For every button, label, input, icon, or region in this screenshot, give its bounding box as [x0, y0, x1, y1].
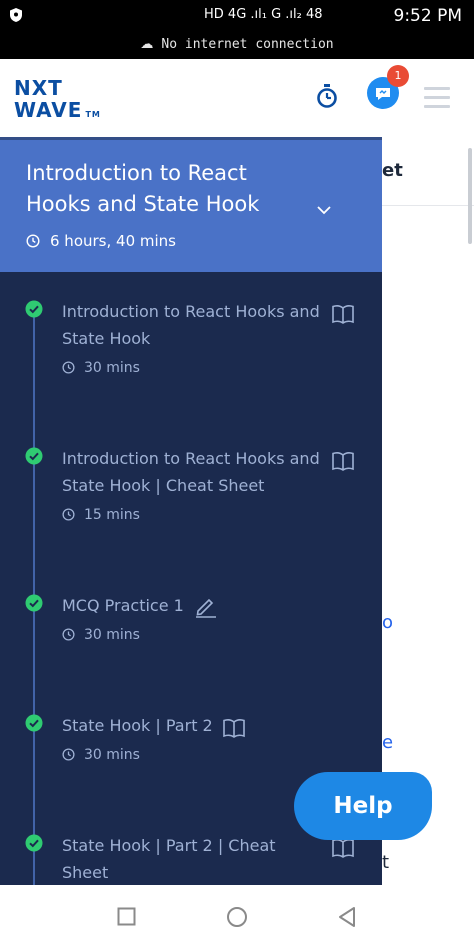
clock-icon: [62, 628, 75, 641]
notification-badge: 1: [387, 65, 409, 87]
clock-icon: [62, 361, 75, 374]
background-tab-text: et: [382, 160, 403, 181]
background-text-fragment: t: [382, 852, 390, 873]
clock-icon: [26, 234, 40, 248]
item-title: Introduction to React Hooks and State Ho…: [62, 302, 320, 348]
item-duration-text: 30 mins: [84, 360, 140, 376]
item-duration: 30 mins: [62, 360, 140, 376]
drawer-duration: 6 hours, 40 mins: [26, 232, 176, 250]
book-icon[interactable]: [332, 304, 354, 328]
item-duration-text: 15 mins: [84, 507, 140, 523]
item-duration-text: 30 mins: [84, 627, 140, 643]
back-icon[interactable]: [337, 906, 357, 932]
android-nav-bar: [0, 885, 474, 948]
home-icon[interactable]: [226, 906, 248, 932]
item-duration-text: 30 mins: [84, 747, 140, 763]
background-tab[interactable]: et: [382, 140, 474, 206]
drawer-duration-text: 6 hours, 40 mins: [50, 232, 176, 250]
item-title: Introduction to React Hooks and State Ho…: [62, 449, 320, 495]
book-icon[interactable]: [223, 718, 245, 742]
item-title: State Hook | Part 2 | Cheat Sheet: [62, 836, 276, 882]
book-icon[interactable]: [332, 838, 354, 862]
book-icon[interactable]: [332, 451, 354, 475]
logo-line-2: WAVE: [14, 98, 83, 122]
item-duration: 30 mins: [62, 627, 140, 643]
status-indicators: HD 4G .ıl₁ G .ıl₂ 48: [204, 7, 323, 22]
help-button[interactable]: Help: [294, 772, 432, 840]
drawer-title: Introduction to React Hooks and State Ho…: [26, 161, 260, 216]
chevron-down-icon[interactable]: [316, 200, 332, 219]
check-circle-icon: [25, 300, 43, 322]
drawer-header[interactable]: Introduction to React Hooks and State Ho…: [0, 137, 382, 272]
app-header: NXT WAVE TM 1: [0, 59, 474, 137]
clock-icon: [62, 748, 75, 761]
item-title: State Hook | Part 2: [62, 716, 213, 735]
scrollbar-thumb[interactable]: [468, 148, 472, 244]
check-circle-icon: [25, 834, 43, 856]
shield-icon: [9, 7, 23, 27]
stopwatch-icon[interactable]: [316, 83, 338, 113]
edit-pencil-icon[interactable]: [194, 596, 218, 622]
item-title: MCQ Practice 1: [62, 596, 184, 615]
item-duration: 15 mins: [62, 507, 140, 523]
offline-banner: ☁ No internet connection: [0, 33, 474, 59]
status-bar: HD 4G .ıl₁ G .ıl₂ 48 9:52 PM: [0, 0, 474, 33]
status-time: 9:52 PM: [393, 6, 463, 26]
logo-tm: TM: [85, 110, 101, 119]
offline-text: No internet connection: [161, 37, 334, 52]
check-circle-icon: [25, 714, 43, 736]
cloud-off-icon: ☁: [140, 37, 154, 52]
check-circle-icon: [25, 594, 43, 616]
background-text-fragment: e: [382, 732, 394, 753]
check-circle-icon: [25, 447, 43, 469]
item-duration: 30 mins: [62, 747, 140, 763]
background-text-fragment: o: [382, 612, 394, 633]
nxtwave-logo[interactable]: NXT WAVE TM: [14, 77, 101, 126]
recent-apps-icon[interactable]: [117, 907, 136, 930]
logo-line-1: NXT: [14, 76, 63, 100]
clock-icon: [62, 508, 75, 521]
hamburger-menu-icon[interactable]: [424, 87, 450, 114]
